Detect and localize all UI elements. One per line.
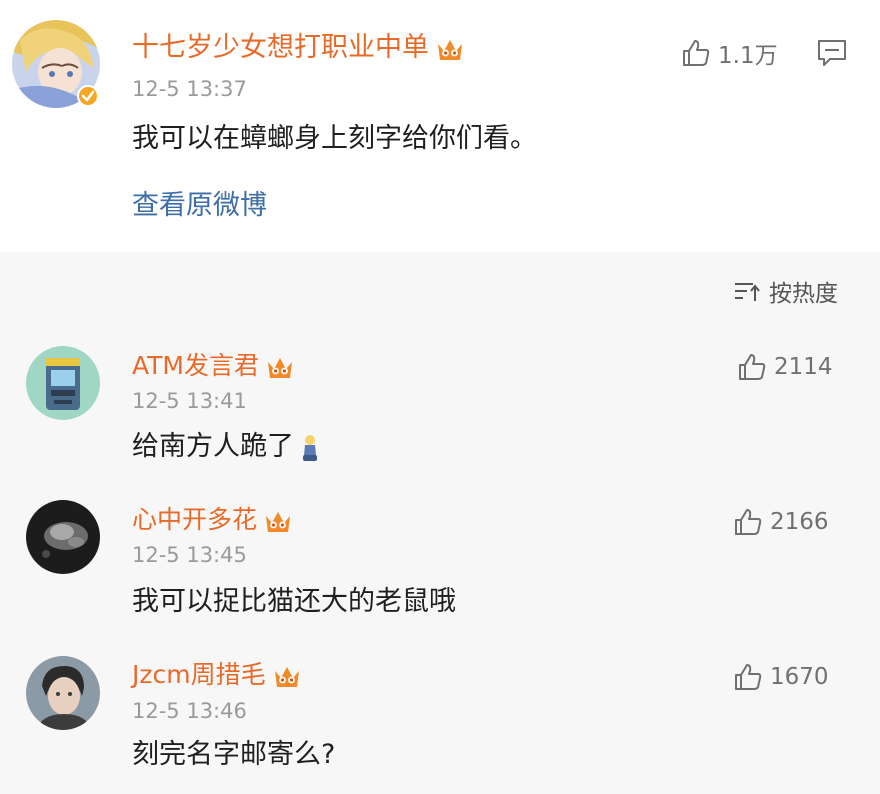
reply-time: 12-5 13:45 <box>132 543 247 567</box>
reply-username-text[interactable]: Jzcm周措毛 <box>132 660 266 689</box>
member-crown-icon <box>435 34 465 64</box>
thumbs-up-icon <box>736 351 768 383</box>
reply-avatar-young-man[interactable] <box>26 656 100 730</box>
reply-text-content: 给南方人跪了 <box>132 431 294 462</box>
member-crown-icon <box>272 661 302 691</box>
verified-badge-icon <box>76 84 100 108</box>
like-count: 2166 <box>770 509 829 535</box>
sort-label: 按热度 <box>769 281 838 307</box>
thumbs-up-icon <box>680 37 712 69</box>
main-comment-time: 12-5 13:37 <box>132 77 247 101</box>
reply-avatar-atm[interactable] <box>26 346 100 420</box>
like-count: 1670 <box>770 664 829 690</box>
reply-username-text[interactable]: ATM发言君 <box>132 351 259 380</box>
reply-username[interactable]: Jzcm周措毛 <box>132 660 302 691</box>
member-crown-icon <box>265 352 295 382</box>
reply-text: 我可以捉比猫还大的老鼠哦 <box>132 586 456 617</box>
main-comment-text: 我可以在蟑螂身上刻字给你们看。 <box>132 123 537 154</box>
reply-username[interactable]: 心中开多花 <box>132 505 293 536</box>
reply-like-button[interactable]: 2114 <box>736 351 833 383</box>
reply-text: 刻完名字邮寄么? <box>132 739 336 770</box>
reply-time: 12-5 13:41 <box>132 389 247 413</box>
reply-time: 12-5 13:46 <box>132 699 247 723</box>
kneeling-emoji-icon <box>298 433 322 463</box>
reply-like-button[interactable]: 1670 <box>732 661 829 693</box>
reply-like-button[interactable]: 2166 <box>732 506 829 538</box>
main-comment-username[interactable]: 十七岁少女想打职业中单 <box>132 32 465 64</box>
sort-icon <box>733 279 761 303</box>
main-comment: 十七岁少女想打职业中单 12-5 13:37 我可以在蟑螂身上刻字给你们看。 查… <box>0 0 880 252</box>
reply-username[interactable]: ATM发言君 <box>132 351 295 382</box>
username-text[interactable]: 十七岁少女想打职业中单 <box>132 32 429 63</box>
comment-reply-icon[interactable] <box>816 38 848 68</box>
main-comment-like-button[interactable]: 1.1万 <box>680 36 778 70</box>
like-count: 2114 <box>774 354 833 380</box>
member-crown-icon <box>263 506 293 536</box>
like-count: 1.1万 <box>718 43 778 69</box>
reply-text: 给南方人跪了 <box>132 430 322 464</box>
thumbs-up-icon <box>732 661 764 693</box>
reply-avatar-dark-photo[interactable] <box>26 500 100 574</box>
view-original-link[interactable]: 查看原微博 <box>132 189 267 223</box>
thumbs-up-icon <box>732 506 764 538</box>
sort-by-hot-button[interactable]: 按热度 <box>733 274 838 308</box>
reply-username-text[interactable]: 心中开多花 <box>132 505 257 534</box>
